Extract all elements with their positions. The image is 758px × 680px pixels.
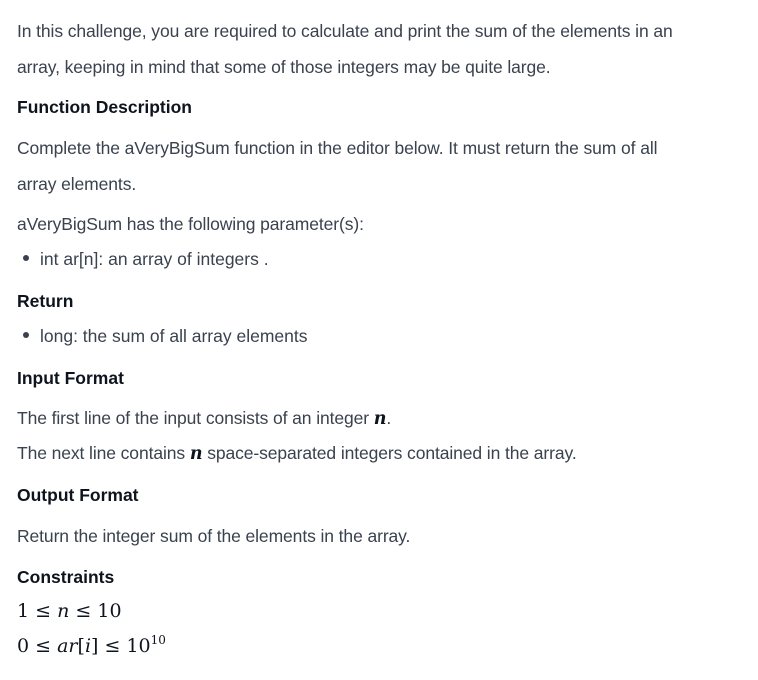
constraint-variable: ar xyxy=(57,635,78,657)
constraint-lower-bound: 1 xyxy=(17,600,30,622)
params-intro: aVeryBigSum has the following parameter(… xyxy=(17,214,364,234)
param-text: int ar[n]: an array of integers . xyxy=(40,249,269,269)
constraint-upper-bound: 10 xyxy=(97,600,122,622)
leq-symbol: ≤ xyxy=(35,600,52,622)
return-text: long: the sum of all array elements xyxy=(40,326,308,346)
constraint-n-range: 1 ≤ n ≤ 10 xyxy=(17,598,122,624)
left-bracket: [ xyxy=(77,635,85,657)
intro-line-1: In this challenge, you are required to c… xyxy=(17,21,673,41)
intro-line-2: array, keeping in mind that some of thos… xyxy=(17,57,551,77)
input-format-line-1: The first line of the input consists of … xyxy=(17,405,391,432)
problem-statement: In this challenge, you are required to c… xyxy=(0,0,758,680)
function-description-line-1: Complete the aVeryBigSum function in the… xyxy=(17,138,658,158)
input-line-2-text: The next line contains xyxy=(17,443,190,463)
power-exponent: 10 xyxy=(150,633,166,647)
leq-symbol: ≤ xyxy=(35,635,52,657)
input-format-line-2: The next line contains n space-separated… xyxy=(17,440,577,467)
return-heading: Return xyxy=(17,291,74,311)
output-format-heading: Output Format xyxy=(17,485,139,505)
constraint-ar-range: 0 ≤ ar[i] ≤ 1010 xyxy=(17,633,166,659)
constraint-lower-bound: 0 xyxy=(17,635,30,657)
return-list-item: long: the sum of all array elements xyxy=(17,323,308,349)
input-line-1-text: The first line of the input consists of … xyxy=(17,408,374,428)
bullet-icon xyxy=(23,332,29,339)
param-list-item: int ar[n]: an array of integers . xyxy=(17,246,269,272)
input-line-2-end: space-separated integers contained in th… xyxy=(202,443,577,463)
bullet-icon xyxy=(23,255,29,262)
leq-symbol: ≤ xyxy=(75,600,92,622)
power-base: 10 xyxy=(126,635,151,657)
input-line-1-end: . xyxy=(386,408,392,428)
right-bracket: ] xyxy=(91,635,99,657)
input-format-heading: Input Format xyxy=(17,368,124,388)
math-variable-n: n xyxy=(373,409,387,429)
output-format-line-1: Return the integer sum of the elements i… xyxy=(17,526,411,546)
constraint-variable: n xyxy=(57,600,70,622)
leq-symbol: ≤ xyxy=(104,635,121,657)
math-variable-n: n xyxy=(189,444,203,464)
function-description-line-2: array elements. xyxy=(17,174,137,194)
function-description-heading: Function Description xyxy=(17,97,192,117)
constraints-heading: Constraints xyxy=(17,567,115,587)
